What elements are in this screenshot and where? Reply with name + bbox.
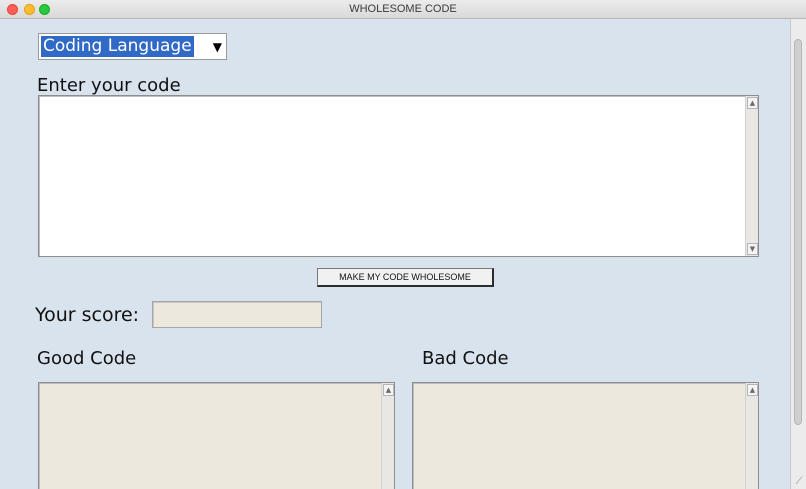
good-code-scrollbar[interactable]: ▲ [381, 383, 394, 489]
language-dropdown-value: Coding Language [41, 36, 194, 57]
language-dropdown[interactable]: Coding Language ▼ [38, 33, 227, 60]
code-input-label: Enter your code [37, 75, 181, 96]
scroll-down-icon[interactable]: ▼ [747, 243, 758, 255]
score-field [152, 301, 322, 328]
window-scrollbar-thumb[interactable] [794, 39, 802, 425]
bad-code-textarea[interactable]: ▲ [412, 382, 759, 489]
code-input-textarea[interactable]: ▲ ▼ [38, 95, 759, 257]
good-code-label: Good Code [37, 348, 137, 369]
resize-grip-icon[interactable]: ⟋ [793, 476, 805, 488]
title-bar: WHOLESOME CODE [0, 0, 806, 19]
window-scrollbar[interactable]: ⟋ [790, 19, 806, 489]
scroll-up-icon[interactable]: ▲ [747, 97, 758, 109]
make-wholesome-button[interactable]: MAKE MY CODE WHOLESOME [317, 268, 494, 287]
triangle-down-icon: ▼ [212, 40, 222, 54]
scroll-up-icon[interactable]: ▲ [747, 384, 758, 396]
good-code-textarea[interactable]: ▲ [38, 382, 395, 489]
code-input-scrollbar[interactable]: ▲ ▼ [745, 96, 758, 256]
bad-code-scrollbar[interactable]: ▲ [745, 383, 758, 489]
bad-code-label: Bad Code [422, 348, 509, 369]
scroll-up-icon[interactable]: ▲ [383, 384, 394, 396]
score-label: Your score: [35, 304, 140, 326]
window-title: WHOLESOME CODE [349, 3, 457, 15]
